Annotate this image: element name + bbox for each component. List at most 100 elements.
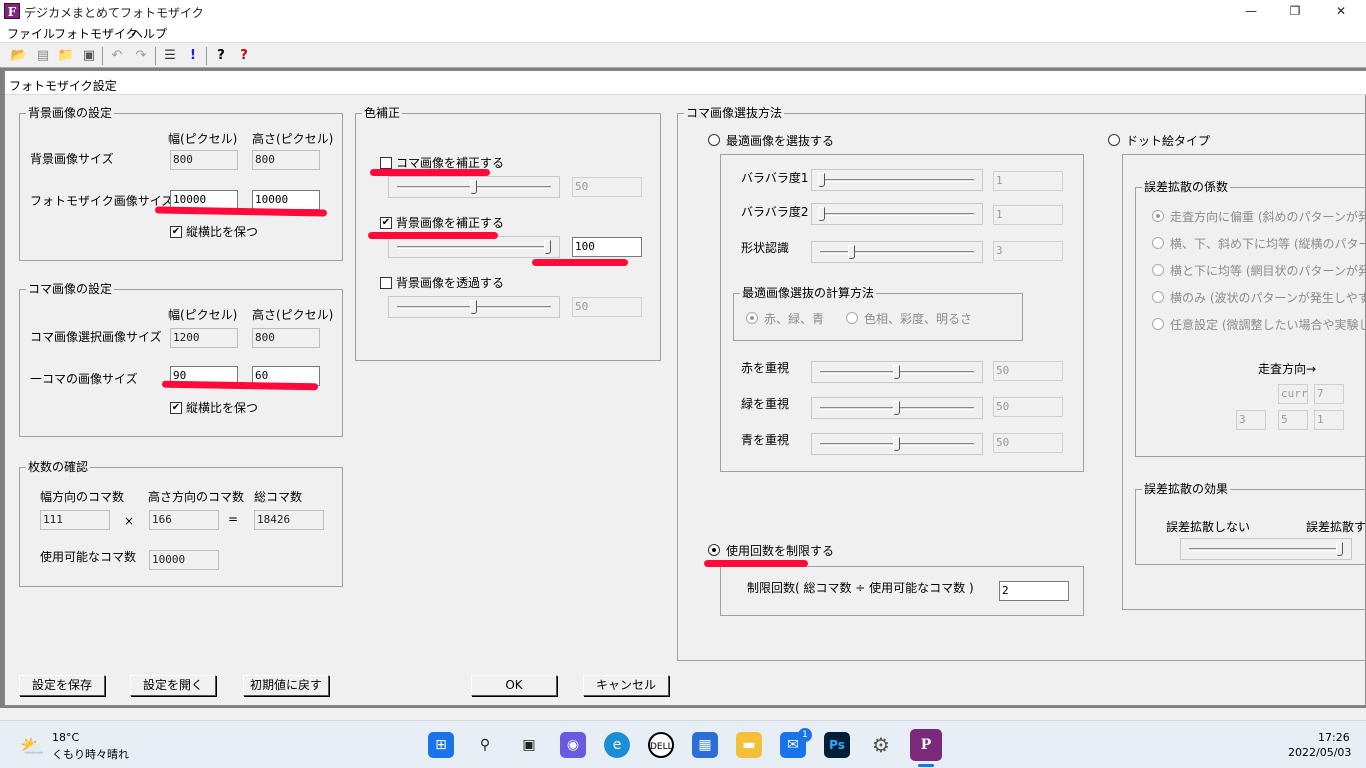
group-caption: 色補正 [362, 106, 403, 120]
calc-hsv-radio[interactable] [846, 312, 858, 324]
search-icon[interactable]: ⚲ [472, 732, 498, 758]
diff-opt2-radio[interactable] [1152, 237, 1164, 249]
shape-slider[interactable] [811, 241, 983, 263]
exclamation-icon[interactable]: ! [184, 47, 202, 65]
tile-correct-label: コマ画像を補正する [396, 156, 505, 170]
weather-icon: ⛅ [20, 734, 45, 758]
diff-opt5-radio[interactable] [1152, 318, 1164, 330]
clock-time[interactable]: 17:26 [1318, 731, 1350, 744]
clock-date[interactable]: 2022/05/03 [1288, 746, 1351, 759]
dialog-title: フォトモザイク設定 [5, 71, 1366, 95]
photoshop-icon[interactable]: Ps [824, 732, 850, 758]
settings-gear-icon[interactable]: ⚙ [868, 732, 894, 758]
dell-icon[interactable]: DELL [648, 732, 674, 758]
list-icon[interactable]: ☰ [161, 47, 179, 65]
context-help-icon[interactable]: ? [235, 47, 253, 65]
bg-correct-checkbox[interactable]: ✔ [380, 217, 392, 229]
dot-art-panel: 誤差拡散の係数 走査方向に偏重 (斜めのパターンが発 横、下、斜め下に均等 (縦… [1122, 154, 1366, 610]
diff-opt4-radio[interactable] [1152, 291, 1164, 303]
barabara2-value: 1 [993, 205, 1063, 225]
save-icon[interactable]: ▣ [80, 47, 98, 65]
diffusion-effect-slider[interactable] [1180, 538, 1352, 560]
tile-keep-ratio-checkbox[interactable]: ✔ [170, 402, 182, 414]
limit-usage-radio[interactable] [708, 544, 720, 556]
minimize-button[interactable]: — [1228, 0, 1274, 22]
windows-start-icon[interactable]: ⊞ [428, 732, 454, 758]
column-height-label: 高さ(ピクセル) [252, 308, 334, 322]
bg-transparent-slider[interactable] [388, 296, 560, 318]
close-button[interactable]: ✕ [1318, 0, 1364, 22]
bg-keep-ratio-checkbox[interactable]: ✔ [170, 226, 182, 238]
optimal-radio[interactable] [708, 134, 720, 146]
bg-correct-slider[interactable] [388, 236, 560, 258]
undo-icon[interactable]: ↶ [108, 47, 126, 65]
image-icon[interactable]: ▤ [34, 47, 52, 65]
red-highlight [370, 169, 490, 176]
photomosaic-app-icon[interactable]: P [910, 729, 942, 761]
open-settings-button[interactable]: 設定を開く [130, 675, 216, 696]
mosaic-height-input[interactable]: 10000 [252, 190, 320, 210]
file-explorer-icon[interactable]: ▬ [736, 732, 762, 758]
barabara2-slider[interactable] [811, 203, 983, 225]
active-app-indicator [918, 764, 934, 767]
store-icon[interactable]: ▦ [692, 732, 718, 758]
red-weight-slider[interactable] [811, 361, 983, 383]
diff-opt3-radio[interactable] [1152, 264, 1164, 276]
app-icon: F [4, 3, 20, 19]
barabara1-value: 1 [993, 171, 1063, 191]
weather-temperature[interactable]: 18°C [52, 731, 79, 744]
tile-keep-ratio-label: 縦横比を保つ [186, 401, 259, 415]
bg-size-label: 背景画像サイズ [30, 152, 114, 166]
scan-direction-label: 走査方向→ [1258, 362, 1317, 376]
diffusion-effect-group: 誤差拡散の効果 誤差拡散しない 誤差拡散す [1135, 482, 1366, 565]
effect-do-label: 誤差拡散す [1306, 520, 1366, 534]
diff-opt1-radio[interactable] [1152, 210, 1164, 222]
limit-count-input[interactable]: 2 [999, 581, 1069, 601]
bg-correct-value[interactable]: 100 [572, 237, 642, 257]
open-folder-icon[interactable]: 📂 [10, 47, 28, 65]
weather-text[interactable]: くもり時々晴れ [52, 746, 129, 762]
diff-opt3-label: 横と下に均等 (網目状のパターンが発 [1170, 264, 1366, 278]
save-settings-button[interactable]: 設定を保存 [19, 675, 105, 696]
tile-correct-slider[interactable] [388, 176, 560, 198]
calc-rgb-radio[interactable] [746, 312, 758, 324]
title-bar: F デジカメまとめてフォトモザイク — ❐ ✕ [0, 0, 1366, 22]
barabara2-label: バラバラ度2 [741, 205, 809, 219]
chat-icon[interactable]: ◉ [560, 732, 586, 758]
green-weight-slider[interactable] [811, 397, 983, 419]
total-count-label: 総コマ数 [254, 490, 303, 504]
column-height-label: 高さ(ピクセル) [252, 132, 334, 146]
folder-icon[interactable]: 📁 [57, 47, 75, 65]
limit-usage-label: 使用回数を制限する [726, 544, 835, 558]
group-caption: 誤差拡散の効果 [1142, 482, 1231, 496]
blue-weight-label: 青を重視 [741, 433, 790, 447]
grid-lower-right-cell: 1 [1314, 410, 1344, 430]
bg-correct-label: 背景画像を補正する [396, 216, 505, 230]
dot-art-radio[interactable] [1108, 134, 1120, 146]
count-check-group: 枚数の確認 幅方向のコマ数 高さ方向のコマ数 総コマ数 111 × 166 = … [19, 460, 343, 587]
group-caption: 背景画像の設定 [26, 106, 115, 120]
menu-photomosaic[interactable]: フォトモザイク [54, 25, 138, 42]
diff-opt4-label: 横のみ (波状のパターンが発生しやすい [1170, 291, 1366, 305]
menu-file[interactable]: ファイル [7, 25, 55, 42]
optimal-label: 最適画像を選抜する [726, 134, 835, 148]
cancel-button[interactable]: キャンセル [583, 675, 669, 696]
red-highlight [368, 232, 498, 239]
tile-select-height-field: 800 [252, 328, 320, 348]
blue-weight-value: 50 [993, 433, 1063, 453]
group-caption: 誤差拡散の係数 [1142, 180, 1231, 194]
ok-button[interactable]: OK [471, 675, 557, 696]
reset-defaults-button[interactable]: 初期値に戻す [243, 675, 329, 696]
tile-correct-checkbox[interactable] [380, 157, 392, 169]
window-title: デジカメまとめてフォトモザイク [24, 6, 204, 20]
menu-help[interactable]: ヘルプ [131, 25, 167, 42]
bg-transparent-checkbox[interactable] [380, 277, 392, 289]
barabara1-slider[interactable] [811, 169, 983, 191]
blue-weight-slider[interactable] [811, 433, 983, 455]
width-count-label: 幅方向のコマ数 [40, 490, 125, 504]
task-view-icon[interactable]: ▣ [516, 732, 542, 758]
redo-icon[interactable]: ↷ [132, 47, 150, 65]
help-icon[interactable]: ? [212, 47, 230, 65]
edge-browser-icon[interactable]: e [604, 732, 630, 758]
restore-button[interactable]: ❐ [1272, 0, 1318, 22]
